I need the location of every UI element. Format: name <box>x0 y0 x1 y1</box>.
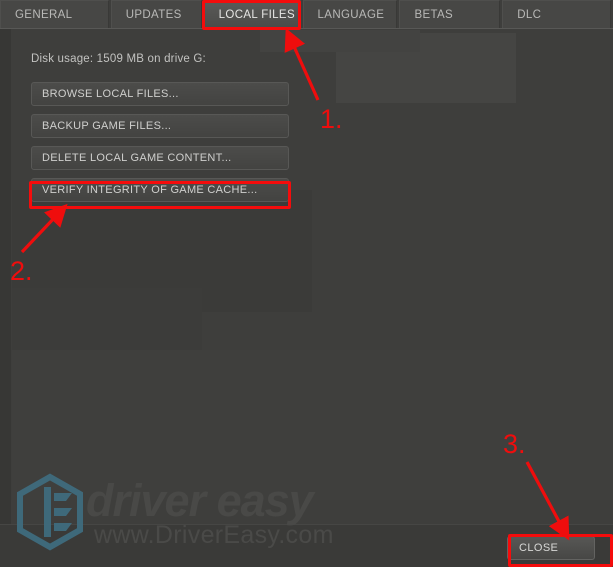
verify-integrity-label: VERIFY INTEGRITY OF GAME CACHE... <box>42 184 258 196</box>
background-panel-upper-right <box>336 33 516 103</box>
annotation-number-1: 1. <box>320 104 343 134</box>
close-button-label: CLOSE <box>519 542 559 554</box>
tab-local-files[interactable]: LOCAL FILES <box>203 0 301 28</box>
local-files-button-stack: BROWSE LOCAL FILES... BACKUP GAME FILES.… <box>31 82 289 210</box>
arrow-1 <box>284 27 320 101</box>
tab-dlc-label: DLC <box>517 8 542 21</box>
watermark-brand: driver easy <box>86 475 314 526</box>
annotation-number-3: 3. <box>503 429 526 459</box>
background-panel-lower-left <box>12 288 202 350</box>
disk-usage-label: Disk usage: 1509 MB on drive G: <box>31 53 206 65</box>
tab-separator-line <box>0 28 613 29</box>
background-panel-top-mid <box>260 30 420 52</box>
tab-betas-label: BETAS <box>414 8 454 21</box>
tab-betas[interactable]: BETAS <box>399 0 501 28</box>
properties-dialog: GENERAL UPDATES LOCAL FILES LANGUAGE BET… <box>0 0 613 567</box>
background-panel-lower <box>12 350 613 500</box>
tab-updates-label: UPDATES <box>125 8 182 21</box>
left-edge-strip <box>0 29 11 567</box>
delete-local-game-content-label: DELETE LOCAL GAME CONTENT... <box>42 152 232 164</box>
backup-game-files-button[interactable]: BACKUP GAME FILES... <box>31 114 289 138</box>
tab-language[interactable]: LANGUAGE <box>302 0 398 28</box>
browse-local-files-button[interactable]: BROWSE LOCAL FILES... <box>31 82 289 106</box>
backup-game-files-label: BACKUP GAME FILES... <box>42 120 172 132</box>
delete-local-game-content-button[interactable]: DELETE LOCAL GAME CONTENT... <box>31 146 289 170</box>
tab-language-label: LANGUAGE <box>317 8 385 21</box>
tab-bar: GENERAL UPDATES LOCAL FILES LANGUAGE BET… <box>0 0 613 28</box>
tab-local-files-label: LOCAL FILES <box>218 8 295 21</box>
close-button[interactable]: CLOSE <box>507 536 595 560</box>
arrow-3 <box>525 461 570 541</box>
tab-general[interactable]: GENERAL <box>0 0 109 28</box>
browse-local-files-label: BROWSE LOCAL FILES... <box>42 88 179 100</box>
tab-general-label: GENERAL <box>15 8 73 21</box>
verify-integrity-button[interactable]: VERIFY INTEGRITY OF GAME CACHE... <box>31 178 289 202</box>
annotation-number-2: 2. <box>10 256 33 286</box>
arrow-2 <box>20 203 68 254</box>
tab-updates[interactable]: UPDATES <box>110 0 202 28</box>
tab-dlc[interactable]: DLC <box>502 0 611 28</box>
